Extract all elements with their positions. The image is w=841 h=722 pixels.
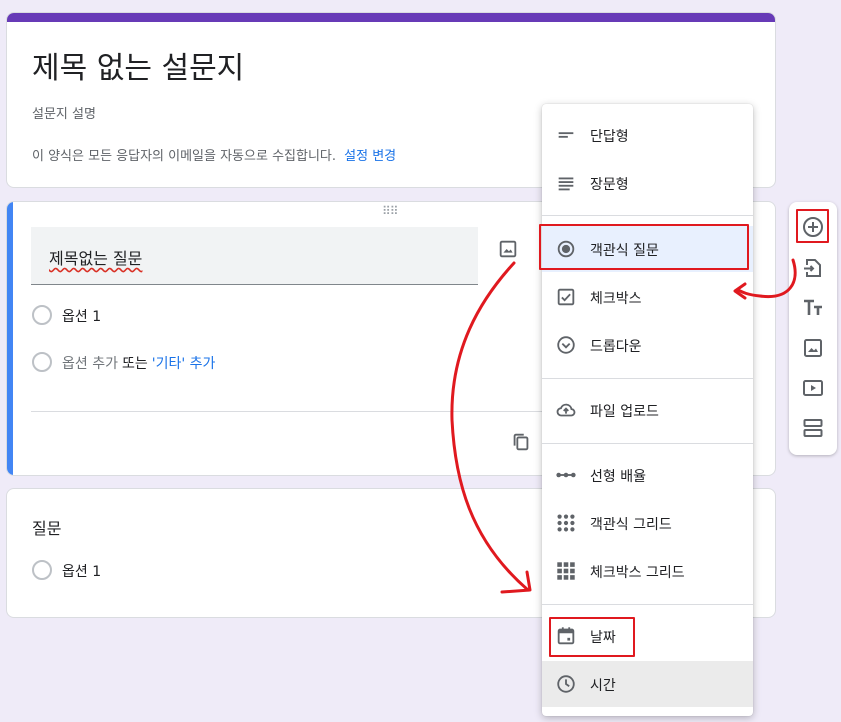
menu-item-label: 날짜: [590, 630, 616, 646]
settings-change-link[interactable]: 설정 변경: [344, 149, 396, 164]
menu-item-label: 시간: [590, 678, 616, 694]
menu-item-label: 단답형: [590, 129, 629, 145]
add-option-link[interactable]: 옵션 추가: [62, 356, 118, 372]
menu-divider: [542, 378, 753, 379]
short-answer-icon: [558, 132, 574, 138]
menu-item-label: 장문형: [590, 177, 629, 193]
active-question-indicator: [7, 202, 13, 475]
menu-item-date[interactable]: 날짜: [542, 613, 753, 659]
menu-item-file-upload[interactable]: 파일 업로드: [542, 387, 753, 433]
checkbox-icon: [557, 288, 575, 306]
question-title-text: 제목없는 질문: [49, 249, 143, 268]
menu-divider: [542, 604, 753, 605]
calendar-icon: [557, 627, 575, 645]
add-option-radio: [32, 352, 52, 372]
add-option-row: 옵션 추가 또는 '기타' 추가: [62, 353, 215, 373]
header-accent-bar: [7, 13, 775, 22]
menu-item-label: 선형 배율: [590, 469, 646, 485]
drag-handle-icon[interactable]: ⠿⠿: [382, 205, 399, 217]
option-radio: [32, 305, 52, 325]
add-question-icon[interactable]: [801, 215, 825, 239]
duplicate-icon[interactable]: [510, 431, 532, 453]
add-section-icon[interactable]: [801, 416, 825, 440]
menu-item-multiple-choice[interactable]: 객관식 질문: [542, 226, 753, 272]
add-other-link[interactable]: '기타' 추가: [152, 356, 216, 372]
paragraph-icon: [558, 177, 574, 191]
question-type-menu: 단답형 장문형 객관식 질문 체크박스 드롭다운 파일 업로드 선형 배율 객관…: [542, 104, 753, 716]
option-label[interactable]: 옵션 1: [62, 306, 101, 326]
email-notice-text: 이 양식은 모든 응답자의 이메일을 자동으로 수집합니다.: [32, 149, 337, 164]
dropdown-icon: [557, 336, 575, 354]
menu-item-dropdown[interactable]: 드롭다운: [542, 322, 753, 368]
menu-item-checkbox-grid[interactable]: 체크박스 그리드: [542, 548, 753, 594]
clock-icon: [557, 675, 575, 693]
import-questions-icon[interactable]: [801, 256, 825, 280]
add-image-icon[interactable]: [497, 238, 519, 260]
or-text: 또는: [121, 356, 148, 372]
multiple-choice-grid-icon: [557, 514, 575, 532]
menu-divider: [542, 443, 753, 444]
add-image-icon[interactable]: [801, 336, 825, 360]
form-description[interactable]: 설문지 설명: [32, 103, 96, 122]
question-title[interactable]: 질문: [32, 515, 61, 539]
checkbox-grid-icon: [557, 562, 575, 580]
menu-item-label: 객관식 그리드: [590, 517, 672, 533]
menu-item-label: 체크박스: [590, 291, 642, 307]
menu-item-label: 체크박스 그리드: [590, 565, 685, 581]
add-title-icon[interactable]: [801, 296, 825, 320]
menu-item-time[interactable]: 시간: [542, 661, 753, 707]
form-title[interactable]: 제목 없는 설문지: [32, 43, 244, 87]
linear-scale-icon: [556, 472, 576, 478]
menu-item-checkbox[interactable]: 체크박스: [542, 274, 753, 320]
cloud-upload-icon: [556, 403, 576, 417]
menu-item-short-answer[interactable]: 단답형: [542, 112, 753, 158]
menu-item-linear-scale[interactable]: 선형 배율: [542, 452, 753, 498]
menu-item-label: 드롭다운: [590, 339, 642, 355]
option-label[interactable]: 옵션 1: [62, 561, 101, 581]
email-collection-notice: 이 양식은 모든 응답자의 이메일을 자동으로 수집합니다. 설정 변경: [32, 145, 396, 164]
menu-divider: [542, 215, 753, 216]
menu-item-label: 객관식 질문: [590, 243, 659, 259]
question-footer-divider: [31, 411, 551, 412]
add-video-icon[interactable]: [801, 376, 825, 400]
menu-item-paragraph[interactable]: 장문형: [542, 160, 753, 206]
radio-button-icon: [557, 240, 575, 258]
question-title-field[interactable]: 제목없는 질문: [31, 227, 478, 285]
menu-item-label: 파일 업로드: [590, 404, 659, 420]
option-radio: [32, 560, 52, 580]
side-toolbar: [789, 202, 837, 455]
menu-item-multiple-choice-grid[interactable]: 객관식 그리드: [542, 500, 753, 546]
